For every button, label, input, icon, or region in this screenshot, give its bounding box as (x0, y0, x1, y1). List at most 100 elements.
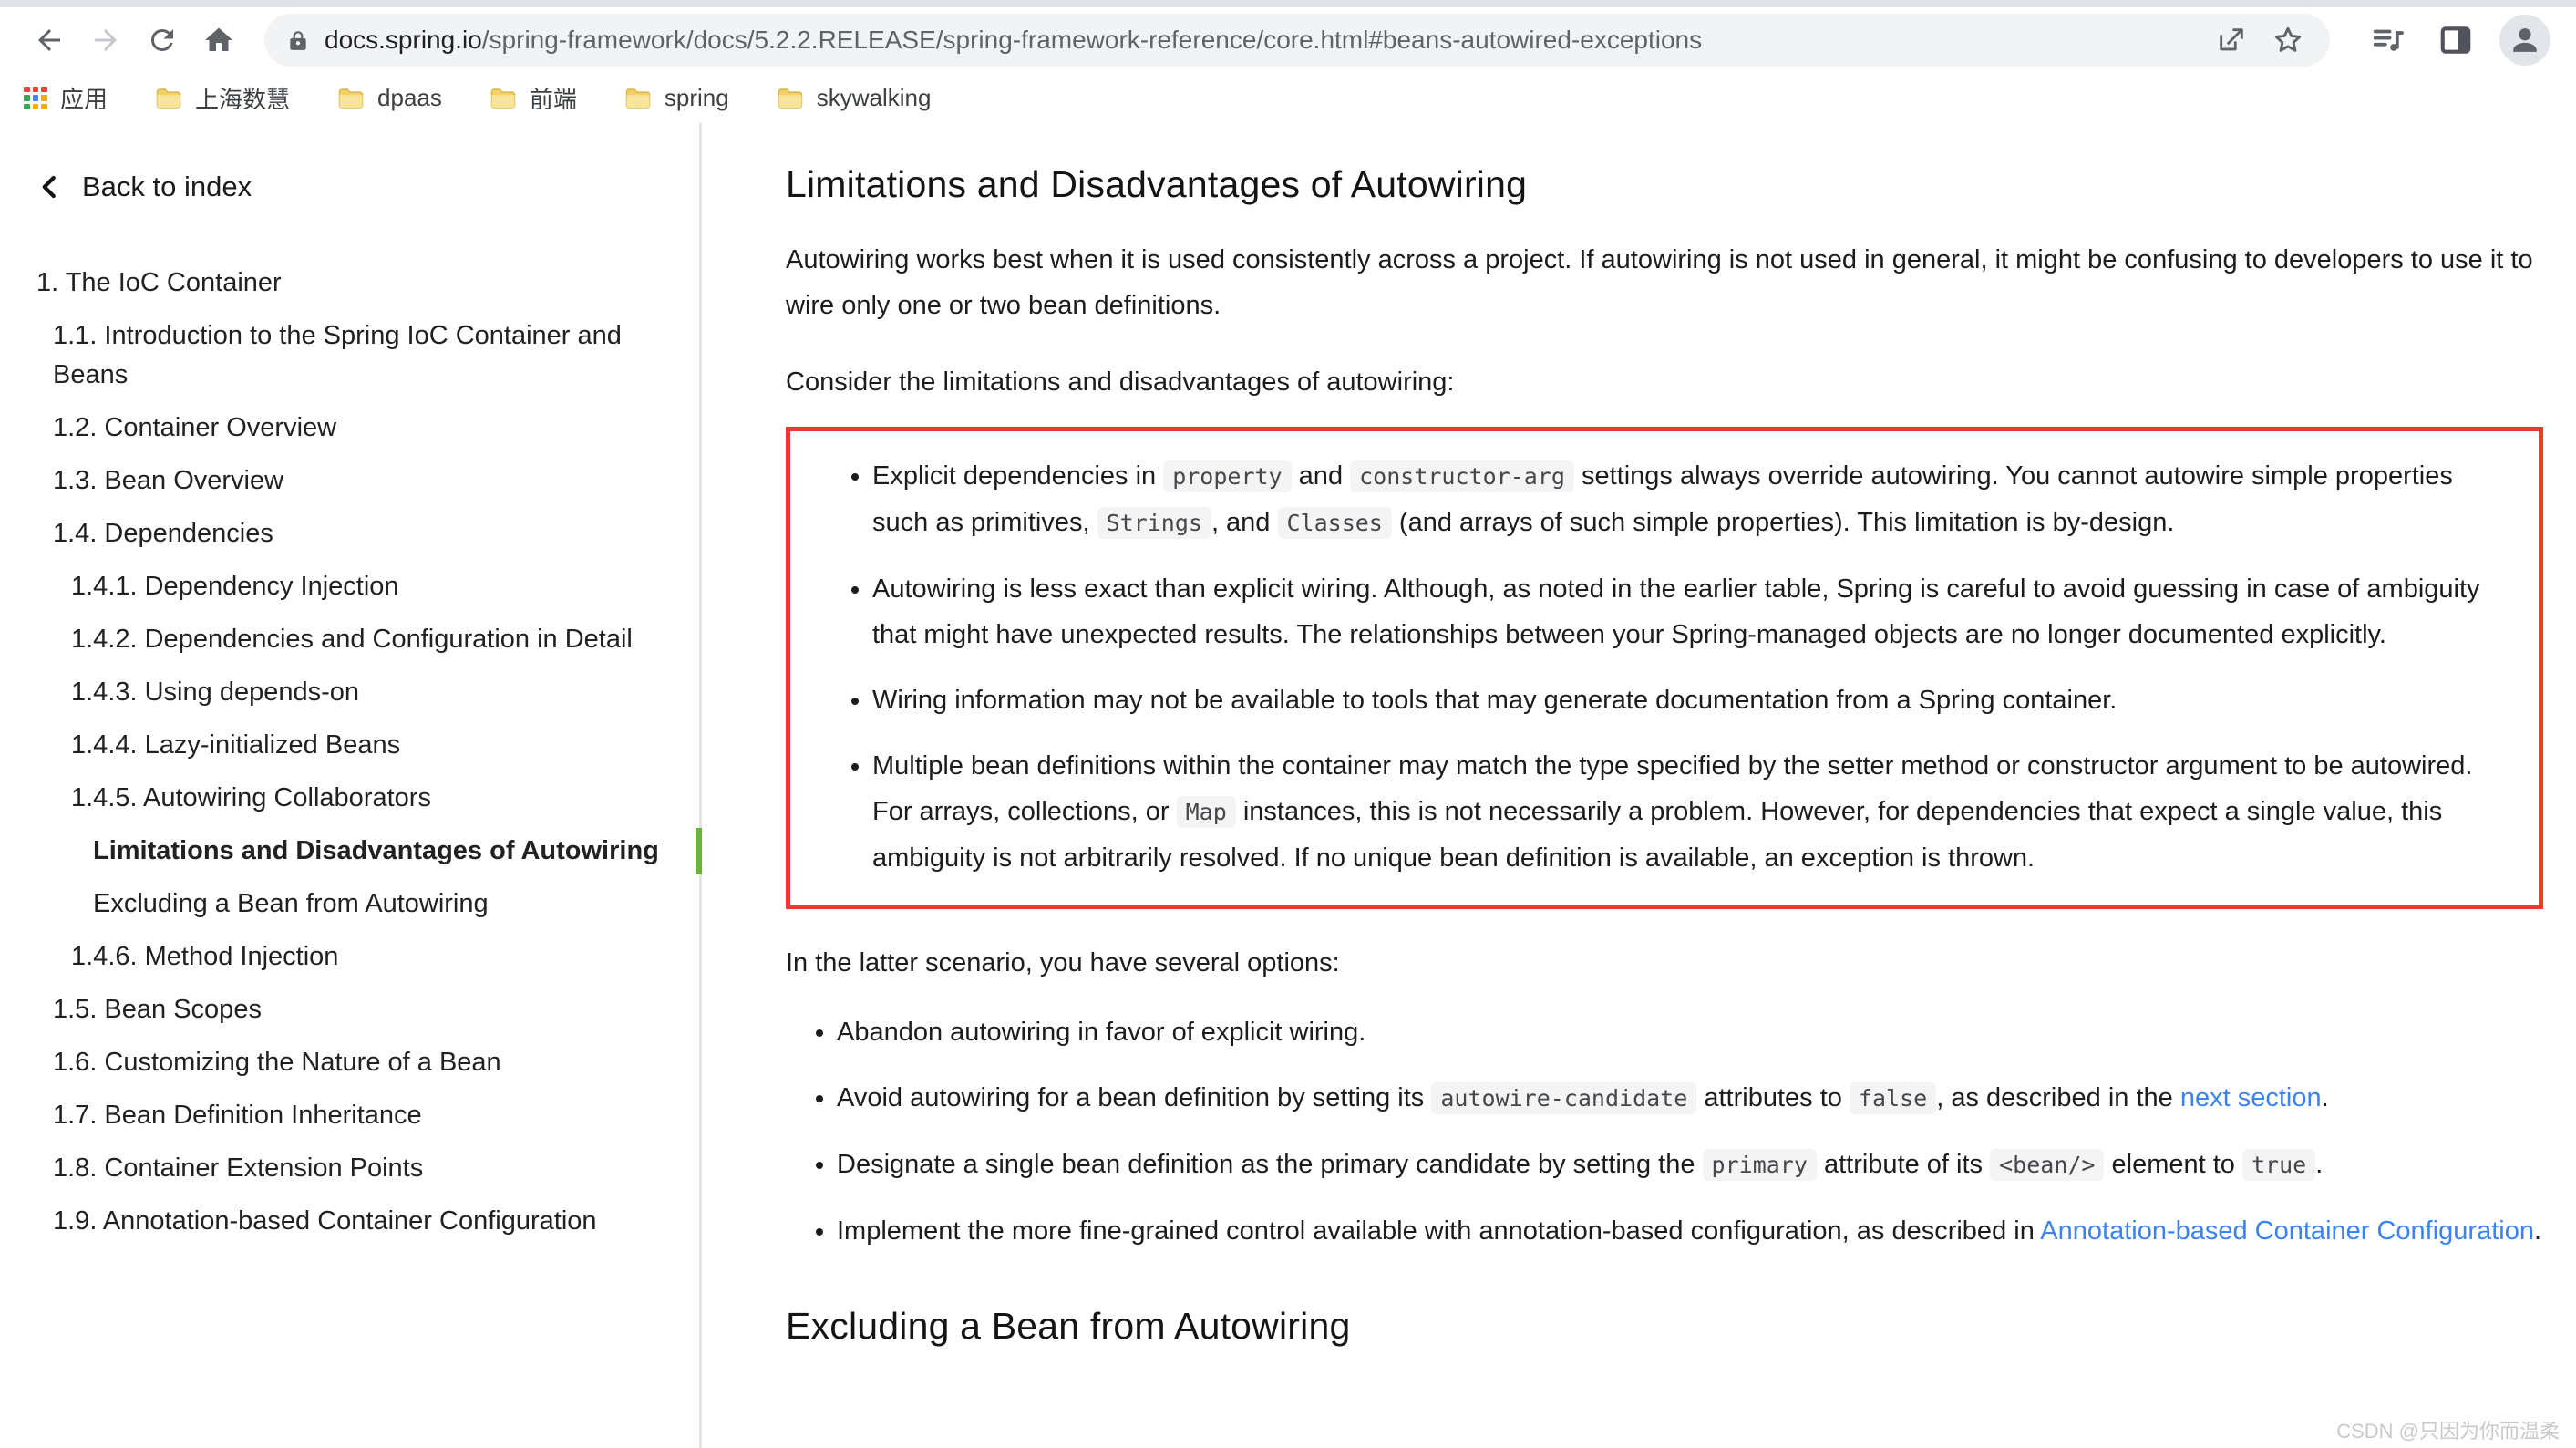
bookmarks-list: 上海数慧 dpaas 前端 spring skywalking (155, 81, 978, 115)
inline-code: Map (1177, 796, 1236, 828)
bullet-text: (and arrays of such simple properties). … (1392, 508, 2175, 537)
folder-icon (337, 87, 365, 110)
bullet-item: Multiple bean definitions within the con… (872, 743, 2511, 881)
folder-icon (777, 87, 804, 110)
bullet-item: Implement the more fine-grained control … (837, 1208, 2543, 1254)
bullet-item: Autowiring is less exact than explicit w… (872, 566, 2511, 657)
sidebar-item[interactable]: 1.3. Bean Overview (36, 461, 699, 501)
sidebar-item[interactable]: 1.4.4. Lazy-initialized Beans (36, 726, 699, 765)
reload-icon[interactable] (139, 16, 186, 64)
apps-grid-icon (24, 87, 47, 110)
bullet-text: attributes to (1696, 1083, 1850, 1112)
bullet-text: element to (2104, 1150, 2242, 1179)
bullet-text: , as described in the (1936, 1083, 2180, 1112)
sidebar-item[interactable]: 1.9. Annotation-based Container Configur… (36, 1202, 699, 1241)
bullet-text: Implement the more fine-grained control … (837, 1216, 2040, 1246)
doc-link[interactable]: Annotation-based Container Configuration (2040, 1216, 2534, 1246)
sidebar-item[interactable]: Excluding a Bean from Autowiring (36, 884, 699, 924)
sidebar-item[interactable]: 1.8. Container Extension Points (36, 1149, 699, 1188)
doc-content: Limitations and Disadvantages of Autowir… (702, 123, 2576, 1448)
sidebar-item[interactable]: 1.1. Introduction to the Spring IoC Cont… (36, 316, 699, 395)
intro-paragraph: Autowiring works best when it is used co… (786, 237, 2543, 328)
bullet-item: Explicit dependencies in property and co… (872, 453, 2511, 546)
forward-icon[interactable] (82, 16, 129, 64)
home-icon[interactable] (195, 16, 242, 64)
inline-code: Classes (1278, 507, 1392, 539)
share-icon[interactable] (2211, 20, 2251, 60)
csdn-watermark: CSDN @只因为你而温柔 (2336, 1415, 2560, 1444)
bullet-text: Explicit dependencies in (872, 461, 1163, 491)
folder-icon (155, 87, 182, 110)
toc-sidebar: Back to index 1. The IoC Container 1.1. I… (0, 123, 702, 1448)
bookmark-label: spring (665, 84, 729, 112)
back-to-index-label: Back to index (82, 171, 252, 203)
bullet-text: and (1292, 461, 1351, 491)
doc-link[interactable]: next section (2180, 1083, 2322, 1112)
sidebar-item[interactable]: 1.4.1. Dependency Injection (36, 567, 699, 606)
bookmark-label: 前端 (530, 81, 577, 115)
inline-code: primary (1703, 1149, 1817, 1181)
latter-paragraph: In the latter scenario, you have several… (786, 940, 2543, 986)
options-list: Abandon autowiring in favor of explicit … (786, 1009, 2543, 1254)
sidebar-item[interactable]: 1.5. Bean Scopes (36, 990, 699, 1029)
bullet-text: Designate a single bean definition as th… (837, 1150, 1703, 1179)
url-bar[interactable]: docs.spring.io/spring-framework/docs/5.2… (264, 14, 2330, 67)
bookmark-label: 应用 (60, 81, 108, 115)
sidebar-item[interactable]: 1.2. Container Overview (36, 409, 699, 448)
bookmark-folder[interactable]: 前端 (489, 81, 577, 115)
bullet-text: Abandon autowiring in favor of explicit … (837, 1018, 1365, 1047)
bookmark-star-icon[interactable] (2268, 20, 2308, 60)
bullet-text: . (2534, 1216, 2541, 1246)
sidebar-item[interactable]: 1. The IoC Container (36, 264, 699, 303)
folder-icon (624, 87, 652, 110)
url-text: docs.spring.io/spring-framework/docs/5.2… (325, 26, 2195, 55)
bullet-text: attribute of its (1817, 1150, 1990, 1179)
bookmark-folder[interactable]: dpaas (337, 84, 442, 112)
back-to-index-link[interactable]: Back to index (36, 171, 699, 203)
sidebar-item[interactable]: 1.4. Dependencies (36, 514, 699, 553)
annotation-red-box: Explicit dependencies in property and co… (786, 427, 2543, 909)
bullet-text: . (2315, 1150, 2323, 1179)
profile-avatar[interactable] (2499, 15, 2550, 66)
sidebar-item[interactable]: 1.7. Bean Definition Inheritance (36, 1096, 699, 1135)
bookmark-folder[interactable]: 上海数慧 (155, 81, 290, 115)
bookmark-apps[interactable]: 应用 (24, 81, 108, 115)
bullet-text: Avoid autowiring for a bean definition b… (837, 1083, 1431, 1112)
sidebar-item[interactable]: 1.4.3. Using depends-on (36, 673, 699, 712)
bullet-item: Avoid autowiring for a bean definition b… (837, 1075, 2543, 1122)
back-icon[interactable] (26, 16, 73, 64)
bullet-item: Abandon autowiring in favor of explicit … (837, 1009, 2543, 1055)
page-title: Limitations and Disadvantages of Autowir… (786, 163, 2543, 206)
inline-code: <bean/> (1990, 1149, 2104, 1181)
inline-code: constructor-arg (1350, 460, 1574, 492)
bookmarks-bar: 应用 上海数慧 dpaas 前端 spring skywalking (0, 73, 2576, 123)
url-domain: docs.spring.io (325, 26, 482, 54)
inline-code: false (1850, 1082, 1936, 1114)
inline-code: property (1163, 460, 1291, 492)
lock-icon (286, 28, 310, 52)
bullet-text: Autowiring is less exact than explicit w… (872, 574, 2480, 649)
bullet-text: . (2322, 1083, 2329, 1112)
inline-code: autowire-candidate (1431, 1082, 1696, 1114)
bookmark-folder[interactable]: spring (624, 84, 729, 112)
media-controls-icon[interactable] (2365, 16, 2412, 64)
sidebar-item[interactable]: 1.4.5. Autowiring Collaborators (36, 779, 699, 818)
sidebar-item[interactable]: 1.6. Customizing the Nature of a Bean (36, 1043, 699, 1082)
limitations-list: Explicit dependencies in property and co… (799, 453, 2511, 881)
bookmark-label: skywalking (817, 84, 932, 112)
bullet-item: Designate a single bean definition as th… (837, 1142, 2543, 1188)
titlebar-strip (0, 0, 2576, 7)
bullet-item: Wiring information may not be available … (872, 677, 2511, 723)
inline-code: true (2242, 1149, 2315, 1181)
url-path: /spring-framework/docs/5.2.2.RELEASE/spr… (482, 26, 1702, 54)
inline-code: Strings (1097, 507, 1211, 539)
folder-icon (489, 87, 517, 110)
consider-paragraph: Consider the limitations and disadvantag… (786, 359, 2543, 405)
bookmark-folder[interactable]: skywalking (777, 84, 932, 112)
sidebar-item-active[interactable]: Limitations and Disadvantages of Autowir… (36, 832, 699, 871)
sidebar-item[interactable]: 1.4.2. Dependencies and Configuration in… (36, 620, 699, 659)
toc-list: 1. The IoC Container 1.1. Introduction to… (36, 264, 699, 1241)
bullet-text: Wiring information may not be available … (872, 686, 2117, 715)
side-panel-icon[interactable] (2432, 16, 2479, 64)
sidebar-item[interactable]: 1.4.6. Method Injection (36, 937, 699, 977)
